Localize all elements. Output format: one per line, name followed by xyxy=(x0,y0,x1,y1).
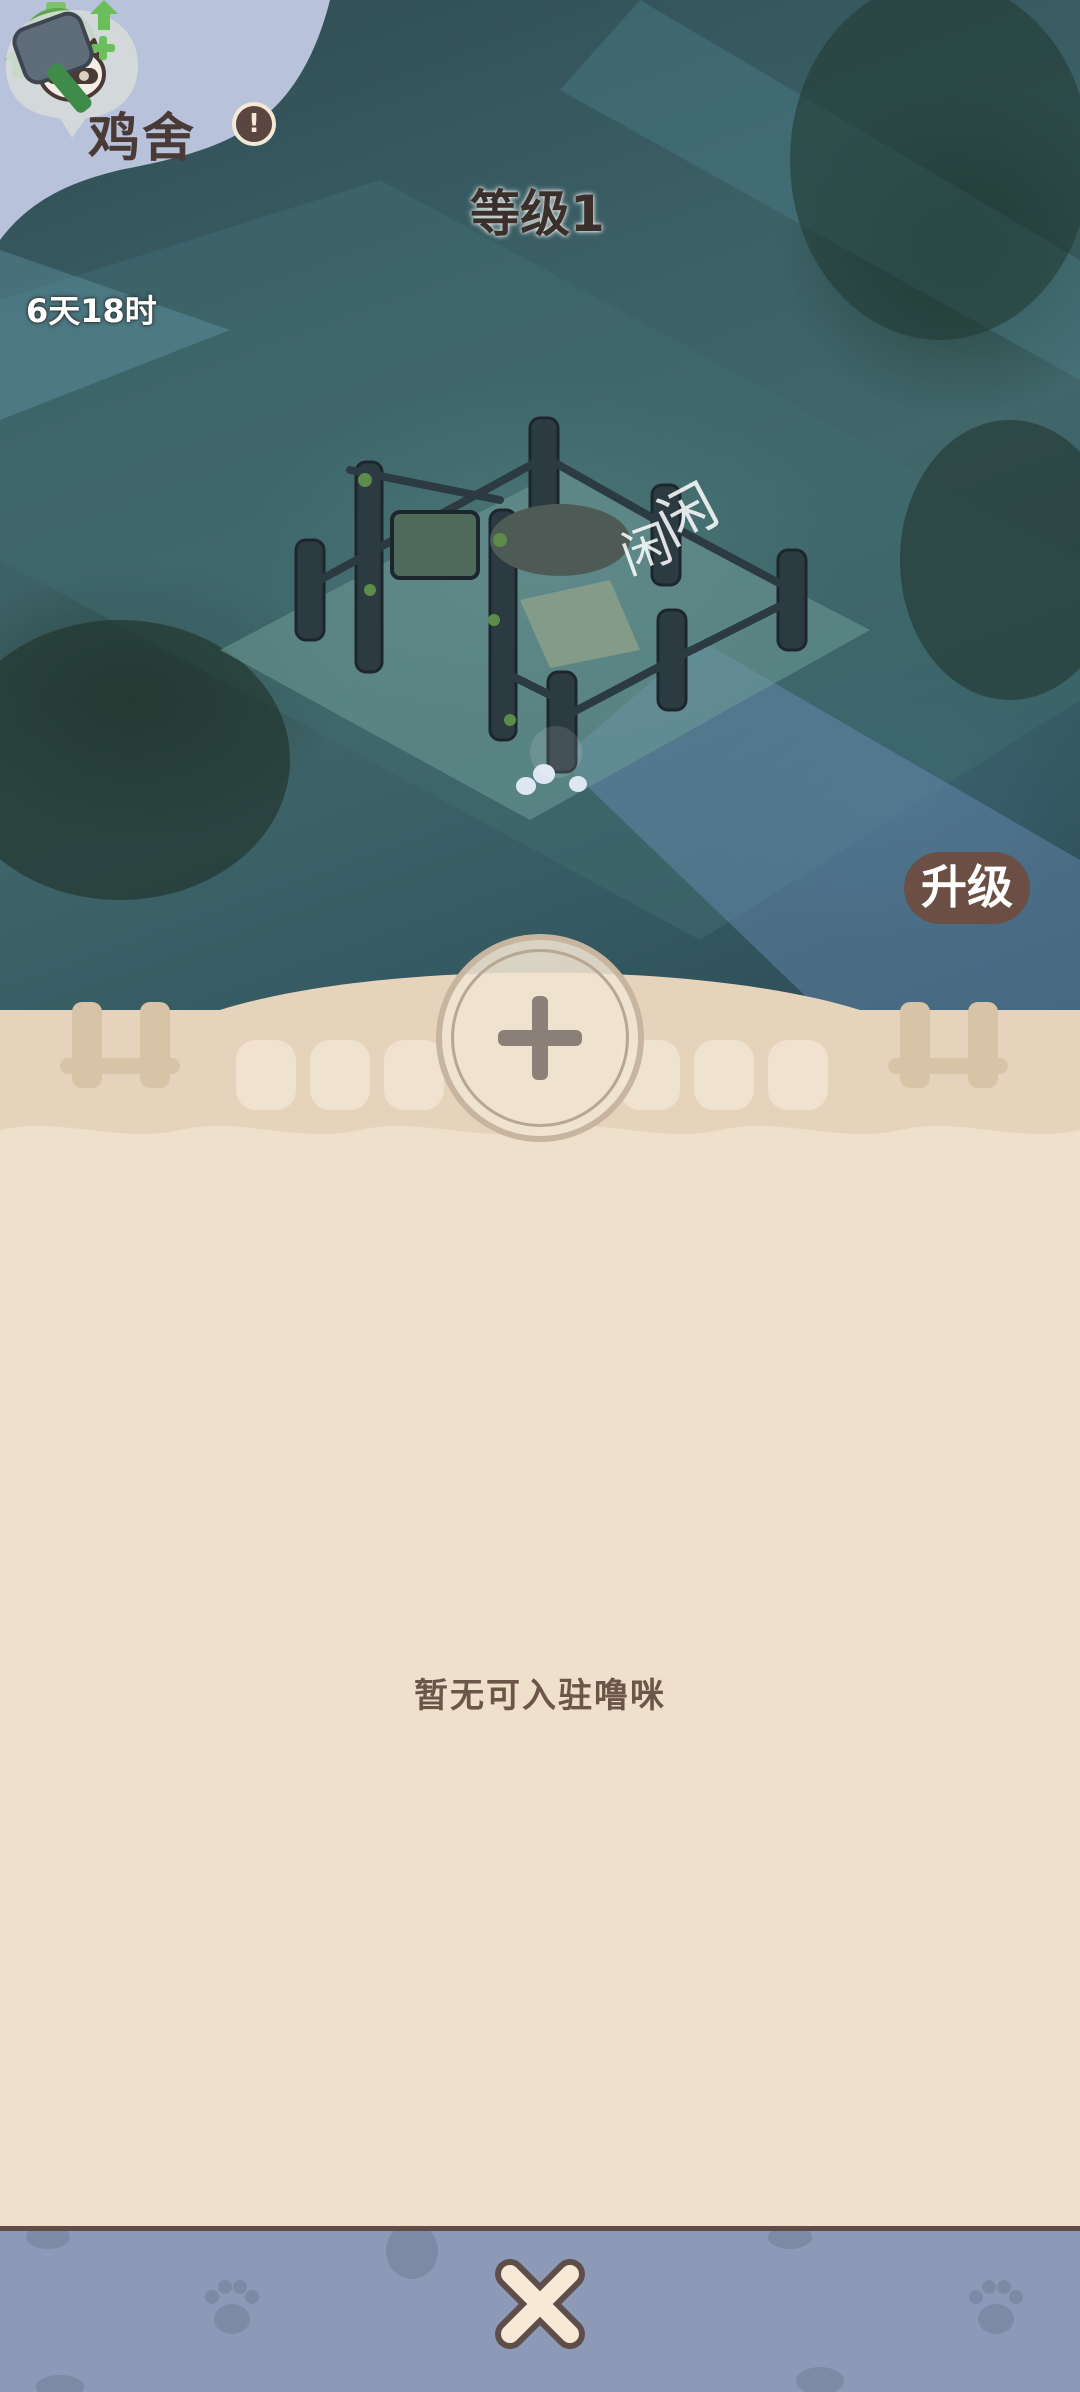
hammer-icon[interactable] xyxy=(0,0,140,120)
building-scene: 鸡舍 ! 6天18时 等级1 闲 闲 升级 xyxy=(0,0,1080,1010)
add-resident-button[interactable] xyxy=(436,934,644,1142)
plus-icon xyxy=(498,996,582,1080)
building-level: 等级1 xyxy=(470,185,605,243)
add-button-ring xyxy=(451,949,629,1127)
empty-state-message: 暂无可入驻噜咪 xyxy=(414,1676,666,1716)
timer-countdown: 6天18时 xyxy=(26,292,157,330)
info-icon[interactable]: ! xyxy=(232,102,276,146)
close-x-icon[interactable] xyxy=(492,2256,588,2352)
upgrade-button[interactable]: 升级 xyxy=(904,852,1030,924)
